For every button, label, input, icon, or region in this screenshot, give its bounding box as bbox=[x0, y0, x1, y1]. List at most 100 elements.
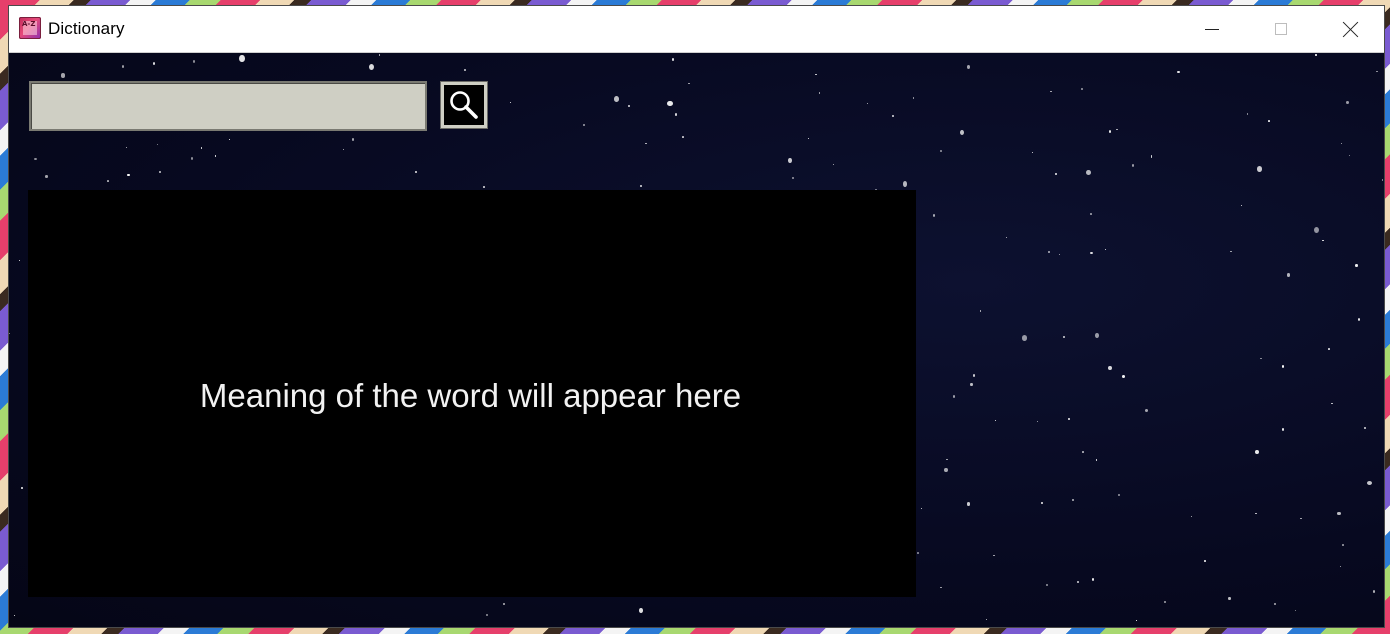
star bbox=[106, 180, 109, 182]
star bbox=[986, 619, 988, 621]
star bbox=[791, 176, 794, 179]
star bbox=[1150, 155, 1153, 158]
star bbox=[1145, 409, 1149, 413]
star bbox=[1072, 499, 1074, 502]
star bbox=[675, 112, 678, 116]
star bbox=[818, 92, 820, 94]
star bbox=[682, 136, 684, 138]
meaning-panel: Meaning of the word will appear here bbox=[28, 190, 916, 597]
star bbox=[959, 129, 965, 136]
star bbox=[946, 458, 948, 461]
star bbox=[688, 82, 691, 85]
star bbox=[1048, 250, 1050, 253]
star bbox=[1116, 128, 1118, 131]
star bbox=[583, 124, 585, 127]
star bbox=[993, 554, 996, 557]
star bbox=[1294, 609, 1297, 612]
star bbox=[1241, 204, 1243, 207]
star bbox=[1286, 273, 1290, 277]
star bbox=[1122, 374, 1126, 379]
search-button[interactable] bbox=[441, 82, 487, 128]
star bbox=[1085, 169, 1091, 176]
star bbox=[14, 614, 16, 616]
star bbox=[152, 62, 155, 65]
search-input[interactable] bbox=[29, 81, 427, 131]
dictionary-app-icon bbox=[19, 17, 41, 39]
star bbox=[1228, 597, 1231, 601]
star bbox=[1328, 348, 1330, 350]
star bbox=[125, 146, 128, 149]
star bbox=[666, 100, 673, 106]
star bbox=[920, 507, 922, 509]
star bbox=[672, 58, 675, 62]
star bbox=[1094, 333, 1099, 339]
minimize-button[interactable] bbox=[1177, 6, 1246, 52]
star bbox=[1005, 236, 1008, 239]
maximize-button[interactable] bbox=[1246, 6, 1315, 52]
maximize-icon bbox=[1274, 23, 1287, 35]
star bbox=[34, 157, 37, 160]
star bbox=[1364, 426, 1367, 430]
star bbox=[1081, 450, 1084, 453]
star bbox=[1095, 459, 1098, 461]
star bbox=[1254, 449, 1259, 454]
star bbox=[639, 608, 644, 613]
title-bar[interactable]: Dictionary bbox=[9, 6, 1384, 53]
star bbox=[891, 114, 894, 118]
star bbox=[238, 54, 245, 63]
star bbox=[1191, 516, 1193, 518]
star bbox=[1381, 179, 1384, 182]
star bbox=[20, 487, 23, 490]
star bbox=[1372, 590, 1375, 593]
star bbox=[483, 186, 486, 188]
star bbox=[1315, 54, 1317, 57]
star bbox=[18, 259, 21, 261]
star bbox=[463, 68, 466, 72]
close-button[interactable] bbox=[1316, 6, 1385, 52]
star bbox=[1260, 357, 1262, 360]
star bbox=[1067, 417, 1071, 420]
star bbox=[485, 614, 488, 617]
star bbox=[1089, 213, 1092, 216]
star bbox=[939, 586, 942, 589]
star bbox=[1135, 619, 1138, 621]
star bbox=[503, 602, 506, 605]
meaning-text: Meaning of the word will appear here bbox=[199, 376, 742, 414]
star bbox=[1104, 248, 1107, 251]
star bbox=[60, 73, 66, 78]
star bbox=[45, 175, 48, 178]
star bbox=[9, 332, 11, 334]
star bbox=[1355, 263, 1358, 267]
star bbox=[1341, 142, 1343, 144]
star bbox=[510, 101, 512, 103]
close-icon bbox=[1343, 21, 1359, 37]
star bbox=[1366, 481, 1372, 486]
star bbox=[369, 64, 375, 70]
star bbox=[833, 163, 835, 166]
star bbox=[953, 394, 956, 398]
star bbox=[1021, 335, 1028, 342]
starfield-background: Meaning of the word will appear here bbox=[9, 53, 1384, 627]
star bbox=[1342, 543, 1345, 546]
window-title: Dictionary bbox=[48, 19, 125, 38]
star bbox=[1230, 250, 1232, 252]
star bbox=[1063, 336, 1066, 339]
star bbox=[1204, 560, 1206, 563]
star bbox=[807, 138, 810, 140]
star bbox=[1255, 512, 1257, 515]
star bbox=[1032, 152, 1034, 154]
star bbox=[640, 185, 642, 188]
star bbox=[214, 155, 216, 158]
star bbox=[228, 139, 230, 141]
star bbox=[1081, 88, 1083, 91]
star bbox=[1091, 578, 1095, 582]
star bbox=[645, 142, 647, 145]
star bbox=[342, 148, 344, 150]
star bbox=[157, 143, 159, 145]
star bbox=[913, 97, 915, 99]
star bbox=[1054, 172, 1057, 176]
star bbox=[1358, 318, 1361, 322]
dictionary-window: Dictionary Meaning of the word will appe… bbox=[8, 5, 1385, 628]
star bbox=[1281, 365, 1284, 369]
star bbox=[190, 156, 194, 160]
